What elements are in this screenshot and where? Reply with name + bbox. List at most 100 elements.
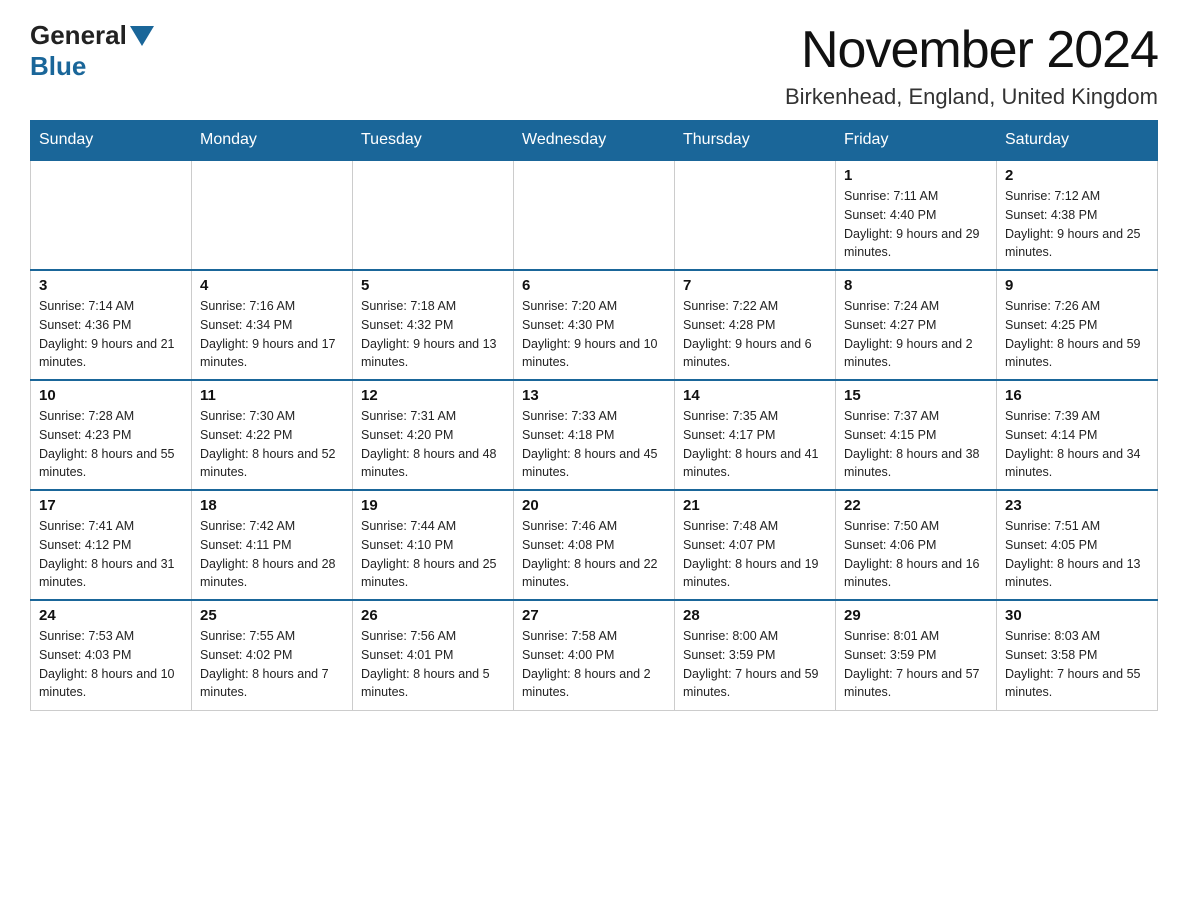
calendar-cell: 9 Sunrise: 7:26 AMSunset: 4:25 PMDaylight… [997,270,1158,380]
calendar-cell [31,160,192,270]
day-info: Sunrise: 7:39 AMSunset: 4:14 PMDaylight:… [1005,407,1149,482]
logo-blue-text: Blue [30,51,86,81]
day-info: Sunrise: 7:46 AMSunset: 4:08 PMDaylight:… [522,517,666,592]
day-number: 20 [522,497,666,514]
day-number: 16 [1005,387,1149,404]
day-number: 19 [361,497,505,514]
calendar-cell: 29 Sunrise: 8:01 AMSunset: 3:59 PMDayligh… [836,600,997,710]
day-number: 30 [1005,607,1149,624]
calendar-cell: 25Sunrise: 7:55 AMSunset: 4:02 PMDayligh… [192,600,353,710]
day-number: 27 [522,607,666,624]
day-info: Sunrise: 7:44 AMSunset: 4:10 PMDaylight:… [361,517,505,592]
col-saturday: Saturday [997,121,1158,161]
day-number: 6 [522,277,666,294]
calendar-cell: 19 Sunrise: 7:44 AMSunset: 4:10 PMDayligh… [353,490,514,600]
day-info: Sunrise: 7:18 AMSunset: 4:32 PMDaylight:… [361,297,505,372]
day-info: Sunrise: 7:53 AMSunset: 4:03 PMDaylight:… [39,627,183,702]
calendar-cell: 26 Sunrise: 7:56 AMSunset: 4:01 PMDayligh… [353,600,514,710]
day-info: Sunrise: 7:37 AMSunset: 4:15 PMDaylight:… [844,407,988,482]
calendar-cell: 11 Sunrise: 7:30 AMSunset: 4:22 PMDayligh… [192,380,353,490]
col-tuesday: Tuesday [353,121,514,161]
day-number: 11 [200,387,344,404]
week-row-4: 17Sunrise: 7:41 AMSunset: 4:12 PMDayligh… [31,490,1158,600]
location-text: Birkenhead, England, United Kingdom [785,84,1158,110]
day-info: Sunrise: 7:22 AMSunset: 4:28 PMDaylight:… [683,297,827,372]
calendar-cell: 1 Sunrise: 7:11 AMSunset: 4:40 PMDaylight… [836,160,997,270]
day-info: Sunrise: 7:33 AMSunset: 4:18 PMDaylight:… [522,407,666,482]
day-info: Sunrise: 7:30 AMSunset: 4:22 PMDaylight:… [200,407,344,482]
col-wednesday: Wednesday [514,121,675,161]
calendar-cell: 20 Sunrise: 7:46 AMSunset: 4:08 PMDayligh… [514,490,675,600]
day-info: Sunrise: 7:11 AMSunset: 4:40 PMDaylight:… [844,187,988,262]
day-info: Sunrise: 7:35 AMSunset: 4:17 PMDaylight:… [683,407,827,482]
calendar-cell: 3Sunrise: 7:14 AMSunset: 4:36 PMDaylight… [31,270,192,380]
day-info: Sunrise: 8:00 AMSunset: 3:59 PMDaylight:… [683,627,827,702]
calendar-header-row: Sunday Monday Tuesday Wednesday Thursday… [31,121,1158,161]
calendar-cell: 14 Sunrise: 7:35 AMSunset: 4:17 PMDayligh… [675,380,836,490]
calendar-cell: 21 Sunrise: 7:48 AMSunset: 4:07 PMDayligh… [675,490,836,600]
week-row-3: 10Sunrise: 7:28 AMSunset: 4:23 PMDayligh… [31,380,1158,490]
day-number: 14 [683,387,827,404]
day-number: 21 [683,497,827,514]
calendar-cell: 4 Sunrise: 7:16 AMSunset: 4:34 PMDaylight… [192,270,353,380]
day-number: 4 [200,277,344,294]
day-info: Sunrise: 8:01 AMSunset: 3:59 PMDaylight:… [844,627,988,702]
day-number: 9 [1005,277,1149,294]
calendar-cell: 24 Sunrise: 7:53 AMSunset: 4:03 PMDayligh… [31,600,192,710]
calendar-cell [192,160,353,270]
calendar-cell: 2 Sunrise: 7:12 AMSunset: 4:38 PMDaylight… [997,160,1158,270]
logo-general-text: General [30,20,127,51]
calendar-cell: 30 Sunrise: 8:03 AMSunset: 3:58 PMDayligh… [997,600,1158,710]
day-number: 28 [683,607,827,624]
calendar-cell: 28 Sunrise: 8:00 AMSunset: 3:59 PMDayligh… [675,600,836,710]
calendar-cell: 15 Sunrise: 7:37 AMSunset: 4:15 PMDayligh… [836,380,997,490]
day-info: Sunrise: 7:48 AMSunset: 4:07 PMDaylight:… [683,517,827,592]
col-sunday: Sunday [31,121,192,161]
day-number: 24 [39,607,183,624]
day-info: Sunrise: 8:03 AMSunset: 3:58 PMDaylight:… [1005,627,1149,702]
day-number: 7 [683,277,827,294]
month-title: November 2024 [785,20,1158,80]
day-number: 13 [522,387,666,404]
calendar-cell [353,160,514,270]
title-block: November 2024 Birkenhead, England, Unite… [785,20,1158,110]
day-info: Sunrise: 7:26 AMSunset: 4:25 PMDaylight:… [1005,297,1149,372]
day-info: Sunrise: 7:51 AMSunset: 4:05 PMDaylight:… [1005,517,1149,592]
day-number: 22 [844,497,988,514]
calendar-cell: 22 Sunrise: 7:50 AMSunset: 4:06 PMDayligh… [836,490,997,600]
day-number: 2 [1005,167,1149,184]
day-number: 12 [361,387,505,404]
week-row-5: 24 Sunrise: 7:53 AMSunset: 4:03 PMDayligh… [31,600,1158,710]
day-number: 15 [844,387,988,404]
calendar-cell: 5Sunrise: 7:18 AMSunset: 4:32 PMDaylight… [353,270,514,380]
calendar-cell: 27 Sunrise: 7:58 AMSunset: 4:00 PMDayligh… [514,600,675,710]
day-info: Sunrise: 7:55 AMSunset: 4:02 PMDaylight:… [200,627,344,702]
day-number: 10 [39,387,183,404]
day-number: 1 [844,167,988,184]
week-row-2: 3Sunrise: 7:14 AMSunset: 4:36 PMDaylight… [31,270,1158,380]
day-number: 26 [361,607,505,624]
day-number: 17 [39,497,183,514]
day-info: Sunrise: 7:14 AMSunset: 4:36 PMDaylight:… [39,297,183,372]
day-info: Sunrise: 7:16 AMSunset: 4:34 PMDaylight:… [200,297,344,372]
day-info: Sunrise: 7:58 AMSunset: 4:00 PMDaylight:… [522,627,666,702]
day-info: Sunrise: 7:12 AMSunset: 4:38 PMDaylight:… [1005,187,1149,262]
col-friday: Friday [836,121,997,161]
day-info: Sunrise: 7:24 AMSunset: 4:27 PMDaylight:… [844,297,988,372]
page-header: General Blue November 2024 Birkenhead, E… [30,20,1158,110]
week-row-1: 1 Sunrise: 7:11 AMSunset: 4:40 PMDaylight… [31,160,1158,270]
day-number: 18 [200,497,344,514]
calendar-cell: 12 Sunrise: 7:31 AMSunset: 4:20 PMDayligh… [353,380,514,490]
calendar-cell: 8 Sunrise: 7:24 AMSunset: 4:27 PMDaylight… [836,270,997,380]
logo: General Blue [30,20,157,82]
calendar-cell [675,160,836,270]
day-number: 29 [844,607,988,624]
calendar-cell: 13 Sunrise: 7:33 AMSunset: 4:18 PMDayligh… [514,380,675,490]
day-info: Sunrise: 7:50 AMSunset: 4:06 PMDaylight:… [844,517,988,592]
day-info: Sunrise: 7:31 AMSunset: 4:20 PMDaylight:… [361,407,505,482]
day-number: 8 [844,277,988,294]
calendar-cell: 17Sunrise: 7:41 AMSunset: 4:12 PMDayligh… [31,490,192,600]
day-info: Sunrise: 7:56 AMSunset: 4:01 PMDaylight:… [361,627,505,702]
calendar-cell: 18Sunrise: 7:42 AMSunset: 4:11 PMDayligh… [192,490,353,600]
calendar-cell: 16 Sunrise: 7:39 AMSunset: 4:14 PMDayligh… [997,380,1158,490]
